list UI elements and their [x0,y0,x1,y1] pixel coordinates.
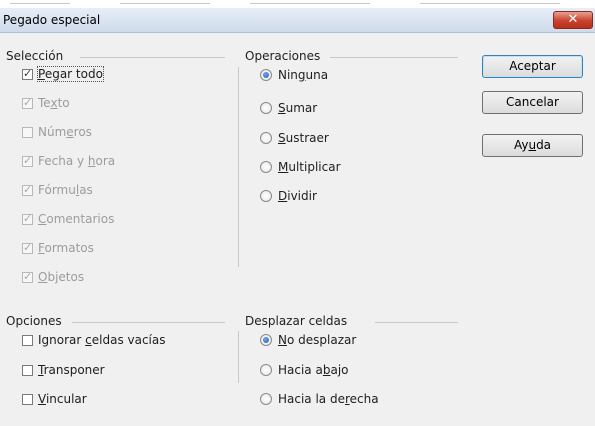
checkbox-numeros[interactable]: Números [22,123,92,141]
radio-sustraer[interactable]: Sustraer [260,129,329,147]
radio-label: Hacia abajo [278,363,349,377]
operaciones-group-title: Operaciones [245,49,321,63]
radio-button[interactable] [260,132,272,144]
group-divider [330,57,458,58]
radio-no-desplazar[interactable]: No desplazar [260,331,356,349]
radio-button[interactable] [260,69,272,81]
checkbox-pegar-todo[interactable]: Pegar todo [22,65,104,83]
checkbox-box[interactable] [22,393,33,405]
checkbox-box[interactable] [22,241,33,254]
checkbox-transponer[interactable]: Transponer [22,361,105,379]
checkbox-box[interactable] [22,96,33,109]
radio-label: Dividir [278,189,317,203]
group-divider [375,322,458,323]
radio-button[interactable] [260,102,272,114]
checkbox-label: Transponer [38,363,105,377]
radio-label: Ninguna [278,68,329,82]
checkbox-box[interactable] [22,67,33,80]
radio-hacia-abajo[interactable]: Hacia abajo [260,361,349,379]
checkbox-label: Formatos [38,241,94,255]
checkbox-ignorar-celdas-vacias[interactable]: Ignorar celdas vacías [22,331,166,349]
checkbox-formulas[interactable]: Fórmulas [22,181,93,199]
checkbox-label: Fecha y hora [38,154,116,168]
checkbox-vincular[interactable]: Vincular [22,390,87,408]
radio-label: Sustraer [278,131,329,145]
opciones-group-title: Opciones [6,314,62,328]
seleccion-group-title: Selección [6,49,64,63]
checkbox-box[interactable] [22,364,33,376]
checkbox-box[interactable] [22,183,33,196]
group-divider [80,57,225,58]
cancelar-button[interactable]: Cancelar [482,91,583,114]
radio-ninguna[interactable]: Ninguna [260,66,328,84]
checkbox-label: Objetos [38,270,85,284]
background-window-strip [0,0,595,8]
column-separator [238,331,239,383]
desplazar-group-title: Desplazar celdas [245,314,348,328]
radio-button[interactable] [260,190,272,202]
checkbox-box[interactable] [22,270,33,283]
close-button[interactable]: ✕ [553,11,593,29]
checkbox-comentarios[interactable]: Comentarios [22,210,114,228]
column-separator [238,67,239,267]
checkbox-formatos[interactable]: Formatos [22,239,94,257]
strip-line [250,3,370,4]
checkbox-label: Ignorar celdas vacías [38,333,166,347]
strip-line [10,3,70,4]
radio-label: Multiplicar [278,160,341,174]
radio-label: Sumar [278,101,318,115]
checkbox-label: Vincular [38,392,87,406]
strip-line [120,3,210,4]
checkbox-texto[interactable]: Texto [22,94,70,112]
strip-line [420,3,560,4]
title-bar[interactable]: Pegado especial ✕ [0,8,595,33]
checkbox-label: Números [38,125,92,139]
group-divider [72,322,225,323]
radio-button[interactable] [260,393,272,405]
checkbox-fecha-hora[interactable]: Fecha y hora [22,152,115,170]
radio-multiplicar[interactable]: Multiplicar [260,158,341,176]
checkbox-box[interactable] [22,154,33,167]
checkbox-box[interactable] [22,212,33,225]
radio-hacia-la-derecha[interactable]: Hacia la derecha [260,390,379,408]
checkbox-label: Fórmulas [38,183,93,197]
checkbox-objetos[interactable]: Objetos [22,268,84,286]
radio-button[interactable] [260,364,272,376]
radio-dividir[interactable]: Dividir [260,187,317,205]
dialog-body: Selección Pegar todo Texto Números Fecha… [0,33,595,426]
radio-label: No desplazar [278,333,357,347]
checkbox-box[interactable] [22,334,33,346]
ayuda-button[interactable]: Ayuda [482,134,583,157]
checkbox-label: Comentarios [38,212,115,226]
checkbox-label: Pegar todo [37,66,104,82]
checkbox-label: Texto [38,96,70,110]
radio-label: Hacia la derecha [278,392,379,406]
checkbox-box[interactable] [22,126,33,138]
radio-sumar[interactable]: Sumar [260,99,317,117]
aceptar-button[interactable]: Aceptar [482,55,583,78]
dialog-title: Pegado especial [3,13,101,27]
radio-button[interactable] [260,334,272,346]
close-icon: ✕ [567,12,579,27]
radio-button[interactable] [260,161,272,173]
